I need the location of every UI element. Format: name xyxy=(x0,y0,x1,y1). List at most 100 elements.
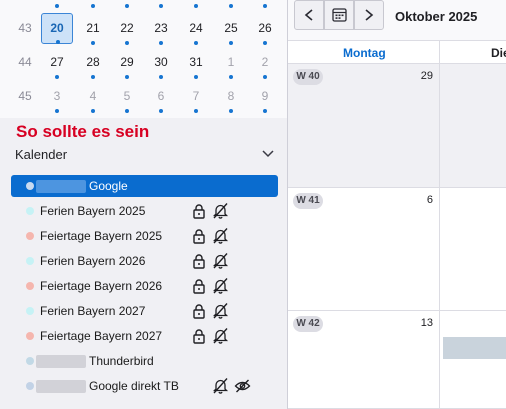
mini-day[interactable]: 2 xyxy=(249,48,281,79)
calendar-label: Thunderbird xyxy=(89,354,154,368)
mini-day[interactable]: 27 xyxy=(41,48,73,79)
mini-day-number: 3 xyxy=(53,89,61,103)
bell-muted-icon[interactable] xyxy=(212,277,229,294)
calendar-item[interactable]: Feiertage Bayern 2027 xyxy=(11,325,278,347)
calendar-label: Feiertage Bayern 2027 xyxy=(40,329,163,343)
mini-day[interactable]: 28 xyxy=(77,48,109,79)
day-header-bar: Montag Die xyxy=(288,41,506,64)
calendar-color-dot[interactable] xyxy=(26,382,34,390)
calendar-item[interactable]: Feiertage Bayern 2025 xyxy=(11,225,278,247)
day-cell-monday[interactable]: W 42 13 xyxy=(288,311,439,409)
event-dot xyxy=(194,4,198,8)
calendar-item[interactable]: Feiertage Bayern 2026 xyxy=(11,275,278,297)
mini-day-number: 30 xyxy=(154,55,168,69)
mini-day[interactable]: 26 xyxy=(249,14,281,45)
mini-day-number: 21 xyxy=(86,21,100,35)
mini-day-number: 23 xyxy=(154,21,168,35)
lock-icon xyxy=(191,303,207,319)
event-dot xyxy=(125,4,129,8)
view-toolbar: Oktober 2025 xyxy=(288,0,506,41)
mini-day[interactable]: 24 xyxy=(180,14,212,45)
day-number: 13 xyxy=(420,317,433,329)
calendar-item[interactable]: Thunderbird xyxy=(11,350,278,372)
calendar-view: Oktober 2025 Montag Die W 40 29 W 41 6 W 42 1… xyxy=(288,0,506,409)
calendar-color-dot[interactable] xyxy=(26,282,34,290)
calendar-color-dot[interactable] xyxy=(26,232,34,240)
mini-day[interactable]: 8 xyxy=(215,82,247,113)
day-cell-monday[interactable]: W 41 6 xyxy=(288,188,439,311)
mini-day[interactable]: 4 xyxy=(77,82,109,113)
sidebar: 43 20 21 22 23 24 25 26 44 27 28 29 30 31 1 2 45 3 4 5 6 7 8 9 … xyxy=(0,0,287,409)
mini-day[interactable]: 3 xyxy=(41,82,73,113)
next-button[interactable] xyxy=(354,0,384,30)
event-dot xyxy=(263,109,267,113)
mini-day[interactable]: 25 xyxy=(215,14,247,45)
calendar-label: Google xyxy=(89,179,128,193)
calendar-item[interactable]: Ferien Bayern 2025 xyxy=(11,200,278,222)
calendar-color-dot[interactable] xyxy=(26,257,34,265)
day-cell-tuesday[interactable] xyxy=(439,188,506,311)
calendar-label: Ferien Bayern 2026 xyxy=(40,254,146,268)
today-button[interactable] xyxy=(324,0,354,30)
mini-day[interactable]: 6 xyxy=(145,82,177,113)
week-badge: W 41 xyxy=(293,193,323,209)
calendar-color-dot[interactable] xyxy=(26,207,34,215)
mini-day[interactable]: 31 xyxy=(180,48,212,79)
chevron-down-icon[interactable] xyxy=(260,147,276,161)
calendar-item[interactable]: Ferien Bayern 2026 xyxy=(11,250,278,272)
event-dot xyxy=(159,41,163,45)
redacted-account xyxy=(36,355,86,368)
month-label: Oktober 2025 xyxy=(395,9,478,24)
calendar-color-dot[interactable] xyxy=(26,307,34,315)
event-dot xyxy=(55,109,59,113)
lock-icon xyxy=(191,253,207,269)
mini-day-number: 6 xyxy=(157,89,165,103)
event-dot xyxy=(125,75,129,79)
eye-hidden-icon[interactable] xyxy=(234,378,251,394)
mini-day-today[interactable]: 20 xyxy=(41,13,73,44)
calendars-header[interactable]: Kalender xyxy=(15,147,67,162)
event-dot xyxy=(229,109,233,113)
calendar-item[interactable]: Google direkt TB xyxy=(11,375,278,397)
bell-muted-icon[interactable] xyxy=(212,202,229,219)
calendar-item[interactable]: Ferien Bayern 2027 xyxy=(11,300,278,322)
mini-day-number: 24 xyxy=(189,21,203,35)
day-cell-monday[interactable]: W 40 29 xyxy=(288,64,439,188)
week-number: 44 xyxy=(18,55,32,69)
mini-day-number: 22 xyxy=(120,21,134,35)
bell-muted-icon[interactable] xyxy=(212,327,229,344)
mini-day[interactable]: 29 xyxy=(111,48,143,79)
day-cell-tuesday[interactable] xyxy=(439,64,506,188)
bell-muted-icon[interactable] xyxy=(212,302,229,319)
mini-week-row: 43 20 21 22 23 24 25 26 xyxy=(0,13,287,45)
mini-day[interactable]: 22 xyxy=(111,14,143,45)
redacted-event[interactable] xyxy=(443,337,506,359)
chevron-left-icon xyxy=(304,9,313,21)
calendar-label: Feiertage Bayern 2025 xyxy=(40,229,163,243)
calendar-color-dot[interactable] xyxy=(26,357,34,365)
calendar-color-dot[interactable] xyxy=(26,182,34,190)
day-number: 29 xyxy=(420,70,433,82)
mini-day[interactable]: 5 xyxy=(111,82,143,113)
bell-muted-icon[interactable] xyxy=(212,377,229,394)
previous-button[interactable] xyxy=(294,0,324,30)
lock-icon xyxy=(191,228,207,244)
calendar-label: Feiertage Bayern 2026 xyxy=(40,279,163,293)
calendar-item[interactable]: Google xyxy=(11,175,278,197)
day-cell-tuesday[interactable] xyxy=(439,311,506,409)
event-dot xyxy=(229,4,233,8)
bell-muted-icon[interactable] xyxy=(212,227,229,244)
mini-day-number: 2 xyxy=(261,55,269,69)
calendar-color-dot[interactable] xyxy=(26,332,34,340)
week-number: 43 xyxy=(18,21,32,35)
mini-day-number: 4 xyxy=(89,89,97,103)
mini-day[interactable]: 9 xyxy=(249,82,281,113)
mini-day[interactable]: 1 xyxy=(215,48,247,79)
mini-day[interactable]: 30 xyxy=(145,48,177,79)
mini-day[interactable]: 21 xyxy=(77,14,109,45)
mini-day[interactable]: 23 xyxy=(145,14,177,45)
mini-day-number: 28 xyxy=(86,55,100,69)
bell-muted-icon[interactable] xyxy=(212,252,229,269)
event-dot xyxy=(194,75,198,79)
mini-day[interactable]: 7 xyxy=(180,82,212,113)
